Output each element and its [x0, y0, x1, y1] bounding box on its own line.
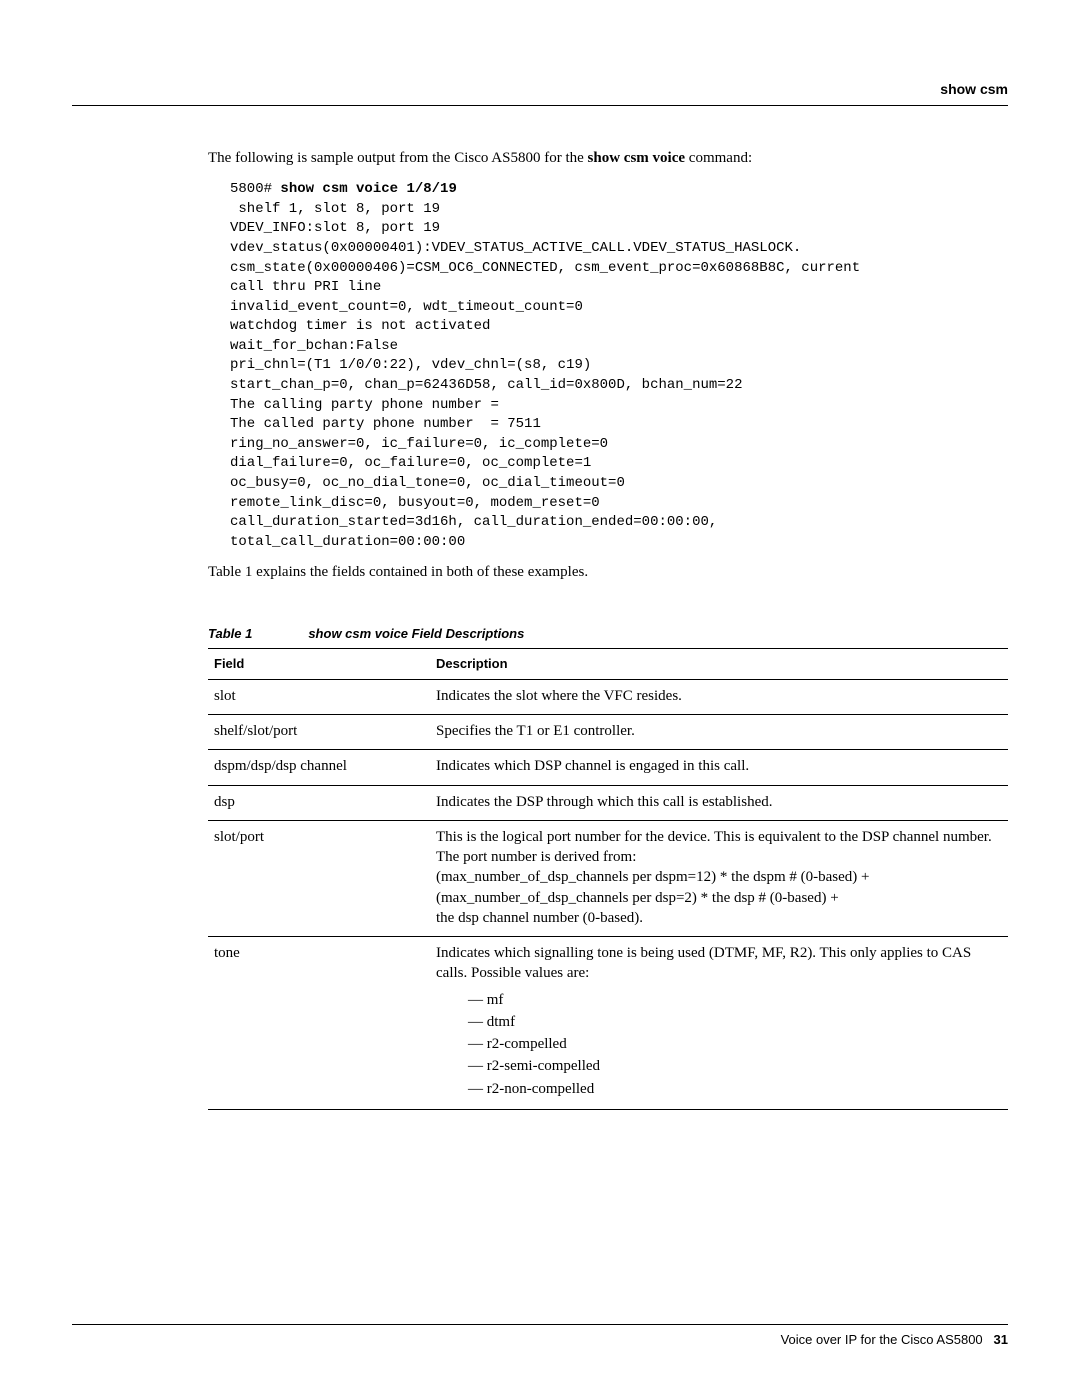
- list-item: r2-non-compelled: [468, 1079, 1002, 1099]
- cell-field: tone: [208, 937, 430, 1110]
- cell-description: Indicates the slot where the VFC resides…: [430, 679, 1008, 714]
- after-pre-text: Table 1 explains the fields contained in…: [208, 562, 1008, 582]
- cell-field: slot: [208, 679, 430, 714]
- table-header-row: Field Description: [208, 649, 1008, 680]
- header-title: show csm: [940, 80, 1008, 99]
- table-caption-id: Table 1: [208, 626, 252, 641]
- footer-title: Voice over IP for the Cisco AS5800: [781, 1332, 983, 1347]
- table-row: dspm/dsp/dsp channelIndicates which DSP …: [208, 750, 1008, 785]
- table-row: dspIndicates the DSP through which this …: [208, 785, 1008, 820]
- cell-description: Indicates which signalling tone is being…: [430, 937, 1008, 1110]
- cell-field: dsp: [208, 785, 430, 820]
- sample-output: 5800# show csm voice 1/8/19 shelf 1, slo…: [208, 180, 1008, 552]
- footer-rule: [72, 1324, 1008, 1325]
- cell-description: Indicates the DSP through which this cal…: [430, 785, 1008, 820]
- table-caption-title: show csm voice Field Descriptions: [308, 626, 524, 641]
- cli-prompt: 5800#: [230, 181, 280, 197]
- table-caption: Table 1 show csm voice Field Descriptions: [208, 625, 1008, 643]
- value-list: mfdtmfr2-compelledr2-semi-compelled r2-no…: [436, 990, 1002, 1099]
- cell-field: slot/port: [208, 820, 430, 936]
- table-row: toneIndicates which signalling tone is b…: [208, 937, 1008, 1110]
- intro-cmd: show csm voice: [588, 150, 686, 166]
- field-table: Field Description slotIndicates the slot…: [208, 648, 1008, 1110]
- intro-post: command:: [685, 150, 752, 166]
- th-field: Field: [208, 649, 430, 680]
- intro-paragraph: The following is sample output from the …: [208, 148, 1008, 168]
- table-row: slotIndicates the slot where the VFC res…: [208, 679, 1008, 714]
- table-row: shelf/slot/portSpecifies the T1 or E1 co…: [208, 715, 1008, 750]
- table-row: slot/portThis is the logical port number…: [208, 820, 1008, 936]
- cell-description: This is the logical port number for the …: [430, 820, 1008, 936]
- cell-field: dspm/dsp/dsp channel: [208, 750, 430, 785]
- cell-field: shelf/slot/port: [208, 715, 430, 750]
- cell-description: Specifies the T1 or E1 controller.: [430, 715, 1008, 750]
- cell-description: Indicates which DSP channel is engaged i…: [430, 750, 1008, 785]
- cli-command: show csm voice 1/8/19: [280, 181, 456, 197]
- th-description: Description: [430, 649, 1008, 680]
- page-header: show csm: [72, 80, 1008, 99]
- list-item: r2-semi-compelled: [468, 1056, 1002, 1076]
- intro-pre: The following is sample output from the …: [208, 150, 588, 166]
- list-item: dtmf: [468, 1012, 1002, 1032]
- footer-page-number: 31: [986, 1332, 1008, 1347]
- list-item: mf: [468, 990, 1002, 1010]
- page-footer: Voice over IP for the Cisco AS5800 31: [72, 1324, 1008, 1349]
- header-rule: [72, 105, 1008, 106]
- list-item: r2-compelled: [468, 1034, 1002, 1054]
